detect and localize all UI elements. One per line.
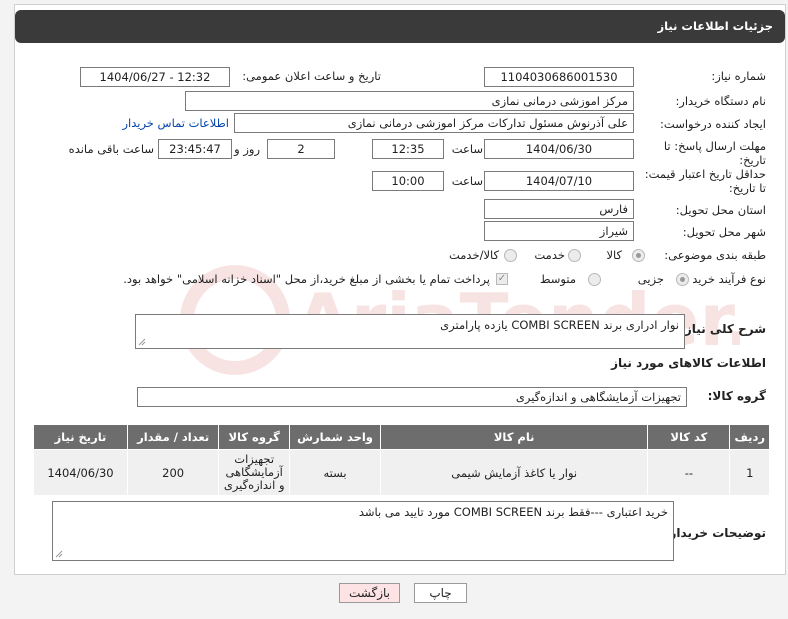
need-number-label: شماره نیاز: [711,69,766,83]
cell-group: تجهیزات آزمایشگاهی و اندازه‌گیری [218,449,290,496]
category-radio-both[interactable] [504,249,517,262]
summary-label: شرح کلی نیاز: [680,322,766,336]
requester-label: ایجاد کننده درخواست: [660,117,766,131]
goods-table: ردیف کد کالا نام کالا واحد شمارش گروه کا… [33,424,770,496]
goods-group-label: گروه کالا: [707,389,766,403]
purchase-option-minor: جزیی [637,272,664,286]
purchase-radio-minor[interactable] [676,273,689,286]
price-validity-time-label: ساعت [451,174,483,188]
announce-label: تاریخ و ساعت اعلان عمومی: [242,69,381,83]
remaining-time-field[interactable]: 23:45:47 [158,139,232,159]
category-radio-goods[interactable] [632,249,645,262]
cell-row-num: 1 [729,449,770,496]
summary-text: نوار ادراری برند COMBI SCREEN یازده پارا… [440,318,679,332]
need-number-field[interactable]: 1104030686001530 [484,67,634,87]
buyer-notes-text: خرید اعتباری ---فقط برند COMBI SCREEN مو… [358,505,668,519]
reply-days-field[interactable]: 2 [267,139,335,159]
summary-textarea[interactable]: نوار ادراری برند COMBI SCREEN یازده پارا… [135,314,685,349]
back-button[interactable]: بازگشت [339,583,400,603]
requester-field[interactable]: علی آذرنوش مسئول تدارکات مرکز اموزشی درم… [234,113,634,133]
cell-unit: بسته [288,449,382,496]
price-validity-date-field[interactable]: 1404/07/10 [484,171,634,191]
reply-deadline-label: مهلت ارسال پاسخ: تا تاریخ: [663,139,766,167]
purchase-option-medium: متوسط [539,272,576,286]
category-radio-service[interactable] [568,249,581,262]
cell-name: نوار یا کاغذ آزمایش شیمی [380,449,649,496]
cell-date: 1404/06/30 [33,449,128,496]
reply-time-field[interactable]: 12:35 [372,139,444,159]
col-header-qty: تعداد / مقدار [126,424,220,450]
reply-time-label: ساعت [451,142,483,156]
announce-field[interactable]: 1404/06/27 - 12:32 [80,67,230,87]
col-header-row-num: ردیف [729,424,770,450]
treasury-note: پرداخت تمام یا بخشی از مبلغ خرید،از محل … [123,272,490,286]
page-title: جزئیات اطلاعات نیاز [657,19,773,33]
province-label: استان محل تحویل: [675,203,766,217]
col-header-unit: واحد شمارش [288,424,382,450]
city-field[interactable]: شیراز [484,221,634,241]
print-button[interactable]: چاپ [414,583,467,603]
cell-code: -- [647,449,731,496]
table-row[interactable]: 1 -- نوار یا کاغذ آزمایش شیمی بسته تجهیز… [33,449,770,496]
category-option-both: کالا/خدمت [448,248,499,262]
remaining-time-label: ساعت باقی مانده [68,142,154,156]
buyer-notes-label: توضیحات خریدار: [664,526,766,540]
goods-section-title: اطلاعات کالاهای مورد نیاز [611,356,766,370]
treasury-checkbox[interactable]: ✓ [496,273,508,285]
city-label: شهر محل تحویل: [682,225,766,239]
price-validity-label: حداقل تاریخ اعتبار قیمت: تا تاریخ: [644,167,766,195]
resize-grip-icon[interactable] [138,338,146,346]
page-header: جزئیات اطلاعات نیاز [15,10,785,43]
col-header-code: کد کالا [647,424,731,450]
buyer-org-field[interactable]: مرکز اموزشی درمانی نمازی [185,91,634,111]
cell-qty: 200 [126,449,220,496]
price-validity-time-field[interactable]: 10:00 [372,171,444,191]
col-header-group: گروه کالا [218,424,290,450]
purchase-radio-medium[interactable] [588,273,601,286]
table-header-row: ردیف کد کالا نام کالا واحد شمارش گروه کا… [33,424,770,450]
province-field[interactable]: فارس [484,199,634,219]
purchase-type-label: نوع فرآیند خرید : [684,272,766,286]
category-option-goods: کالا [606,248,622,262]
col-header-date: تاریخ نیاز [33,424,128,450]
reply-days-label: روز و [234,142,260,156]
category-label: طبقه بندی موضوعی: [664,248,766,262]
resize-grip-icon[interactable] [55,550,63,558]
buyer-org-label: نام دستگاه خریدار: [675,94,766,108]
reply-date-field[interactable]: 1404/06/30 [484,139,634,159]
goods-group-field[interactable]: تجهیزات آزمایشگاهی و اندازه‌گیری [137,387,687,407]
category-option-service: خدمت [534,248,565,262]
col-header-name: نام کالا [380,424,649,450]
buyer-notes-textarea[interactable]: خرید اعتباری ---فقط برند COMBI SCREEN مو… [52,501,674,561]
buyer-contact-link[interactable]: اطلاعات تماس خریدار [122,116,229,130]
